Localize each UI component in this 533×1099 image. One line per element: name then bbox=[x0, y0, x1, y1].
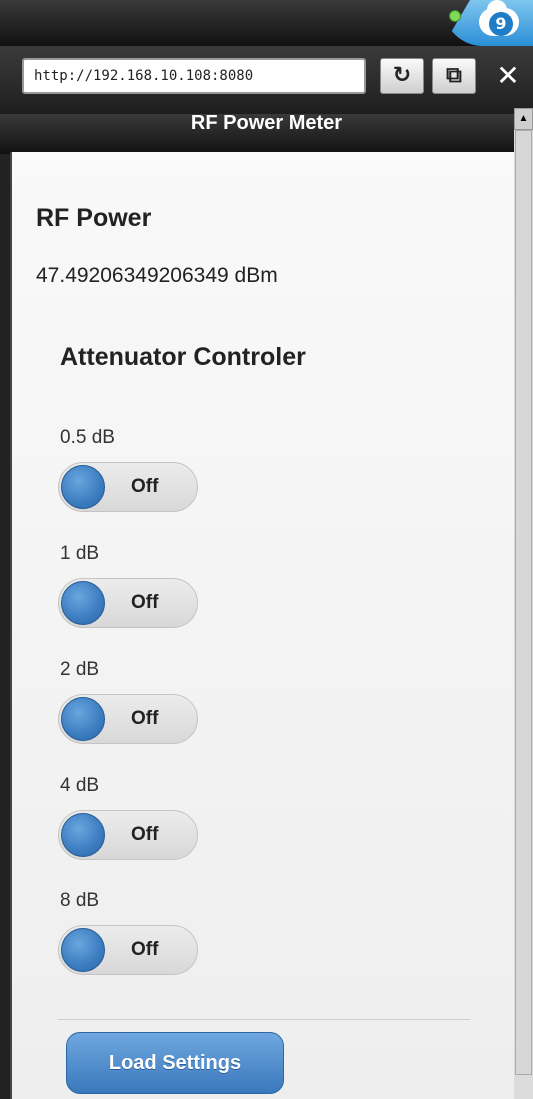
toggle-knob[interactable] bbox=[61, 581, 105, 625]
toggle-knob[interactable] bbox=[61, 813, 105, 857]
rf-power-value: 47.49206349206349 dBm bbox=[36, 264, 278, 287]
refresh-icon: ↻ bbox=[392, 63, 412, 88]
attenuator-toggle[interactable]: Off bbox=[58, 810, 198, 860]
browser-top-bar bbox=[0, 0, 533, 46]
toggle-state: Off bbox=[131, 824, 159, 845]
toggle-state: Off bbox=[131, 592, 159, 613]
page-title: RF Power Meter bbox=[190, 112, 343, 134]
divider bbox=[58, 1019, 470, 1020]
attenuator-label: 4 dB bbox=[60, 775, 100, 796]
toggle-state: Off bbox=[131, 476, 159, 497]
attenuator-label: 1 dB bbox=[60, 543, 100, 564]
toggle-knob[interactable] bbox=[61, 465, 105, 509]
cloud-badge: 9 bbox=[489, 12, 513, 36]
toggle-state: Off bbox=[131, 939, 159, 960]
attenuator-toggle[interactable]: Off bbox=[58, 694, 198, 744]
toggle-knob[interactable] bbox=[61, 697, 105, 741]
status-dot-icon bbox=[449, 10, 461, 22]
attenuator-label: 2 dB bbox=[60, 659, 100, 680]
close-button[interactable]: ✕ bbox=[493, 60, 523, 92]
scroll-up-icon[interactable]: ▲ bbox=[514, 108, 533, 130]
attenuator-toggle[interactable]: Off bbox=[58, 925, 198, 975]
url-field[interactable]: http://192.168.10.108:8080 bbox=[22, 58, 366, 94]
refresh-button[interactable]: ↻ bbox=[380, 58, 424, 94]
attenuator-label: 8 dB bbox=[60, 890, 100, 911]
window-icon: ⧉ bbox=[446, 63, 462, 88]
attenuator-title: Attenuator Controler bbox=[60, 343, 306, 371]
attenuator-toggle[interactable]: Off bbox=[58, 462, 198, 512]
rf-power-title: RF Power bbox=[36, 204, 152, 232]
load-settings-button[interactable]: Load Settings bbox=[66, 1032, 284, 1094]
window-button[interactable]: ⧉ bbox=[432, 58, 476, 94]
close-icon: ✕ bbox=[496, 59, 520, 92]
toggle-state: Off bbox=[131, 708, 159, 729]
attenuator-toggle[interactable]: Off bbox=[58, 578, 198, 628]
scrollbar-thumb[interactable] bbox=[515, 130, 532, 1075]
attenuator-label: 0.5 dB bbox=[60, 427, 115, 448]
page-header: RF Power Meter bbox=[0, 112, 533, 154]
toggle-knob[interactable] bbox=[61, 928, 105, 972]
